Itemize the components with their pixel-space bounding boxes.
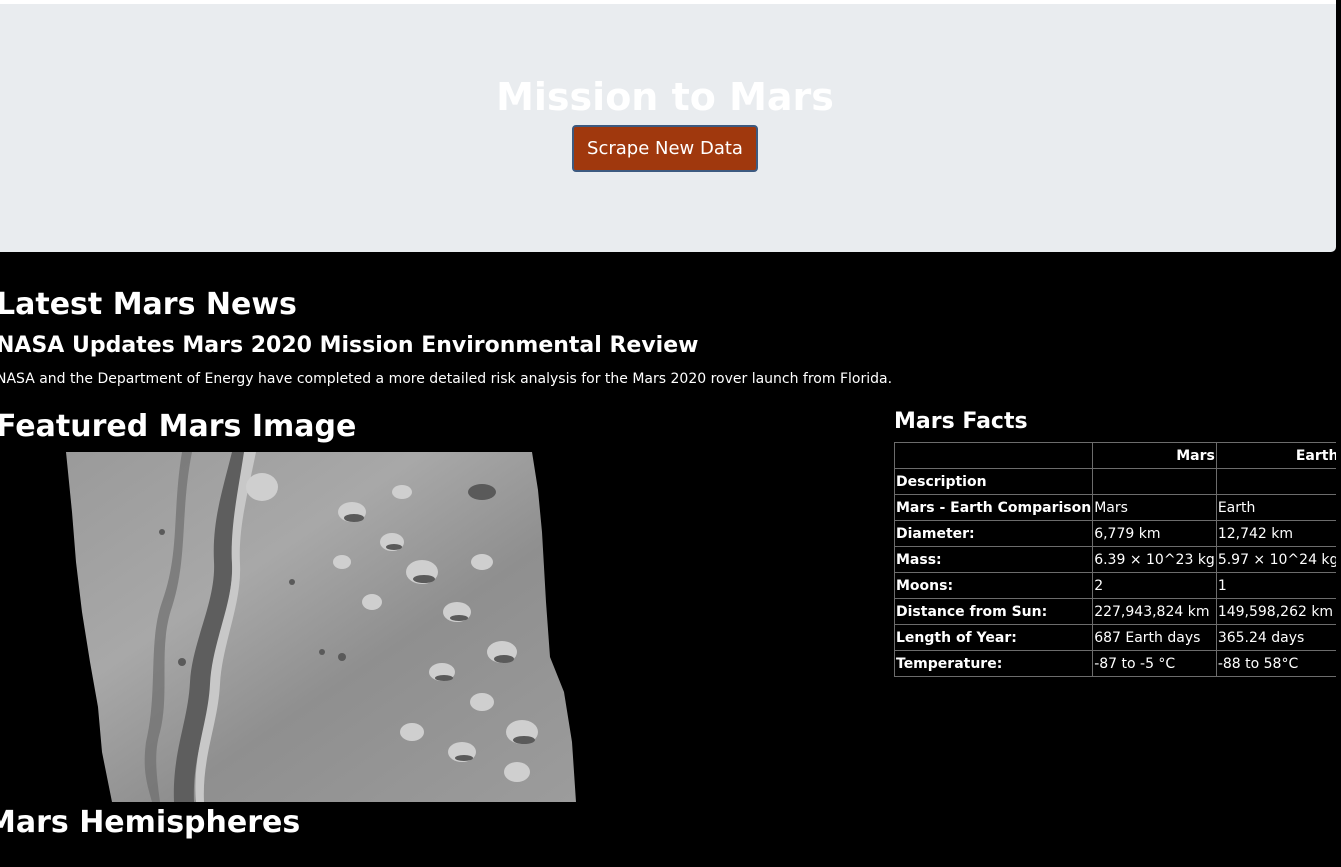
hemispheres-heading: Mars Hemispheres — [0, 805, 301, 840]
column-header — [893, 442, 1094, 469]
row-label: Mars - Earth Comparison — [893, 494, 1094, 521]
table-row: Description — [893, 468, 1341, 495]
row-label: Distance from Sun: — [893, 598, 1094, 625]
mars-value: Mars — [1092, 494, 1217, 521]
table-row: Distance from Sun: 227,943,824 km 149,59… — [893, 598, 1341, 625]
table-row: Diameter: 6,779 km 12,742 km — [893, 520, 1341, 547]
row-label: Temperature: — [893, 650, 1094, 677]
featured-image-heading: Featured Mars Image — [0, 409, 357, 444]
table-row: Length of Year: 687 Earth days 365.24 da… — [893, 624, 1341, 651]
row-label: Mass: — [893, 546, 1094, 573]
mars-value: 6.39 × 10^23 kg — [1092, 546, 1217, 573]
facts-heading: Mars Facts — [894, 409, 1028, 434]
mars-value: 687 Earth days — [1092, 624, 1217, 651]
earth-value: Earth — [1215, 494, 1341, 521]
table-row: Temperature: -87 to -5 °C -88 to 58°C — [893, 650, 1341, 677]
window-edge — [1336, 0, 1341, 867]
table-row: Mass: 6.39 × 10^23 kg 5.97 × 10^24 kg — [893, 546, 1341, 573]
table-row: Moons: 2 1 — [893, 572, 1341, 599]
row-label: Diameter: — [893, 520, 1094, 547]
earth-value: 365.24 days — [1215, 624, 1341, 651]
news-paragraph: NASA and the Department of Energy have c… — [0, 371, 893, 387]
news-heading: Latest Mars News — [0, 287, 297, 322]
news-title: NASA Updates Mars 2020 Mission Environme… — [0, 333, 699, 358]
row-label: Description — [893, 468, 1094, 495]
earth-value — [1215, 468, 1341, 495]
mars-value: 2 — [1092, 572, 1217, 599]
column-header: Earth — [1215, 442, 1341, 469]
scrape-new-data-button[interactable]: Scrape New Data — [572, 125, 758, 172]
mars-value: 6,779 km — [1092, 520, 1217, 547]
earth-value: 1 — [1215, 572, 1341, 599]
earth-value: -88 to 58°C — [1215, 650, 1341, 677]
column-header: Mars — [1092, 442, 1217, 469]
jumbotron: Mission to Mars Scrape New Data — [0, 4, 1336, 252]
page-title: Mission to Mars — [496, 75, 834, 119]
earth-value: 149,598,262 km — [1215, 598, 1341, 625]
row-label: Length of Year: — [893, 624, 1094, 651]
row-label: Moons: — [893, 572, 1094, 599]
earth-value: 5.97 × 10^24 kg — [1215, 546, 1341, 573]
featured-mars-image — [66, 452, 576, 802]
mars-value — [1092, 468, 1217, 495]
table-header-row: Mars Earth — [893, 442, 1341, 469]
mars-value: 227,943,824 km — [1092, 598, 1217, 625]
earth-value: 12,742 km — [1215, 520, 1341, 547]
table-row: Mars - Earth Comparison Mars Earth — [893, 494, 1341, 521]
mars-facts-table: Mars Earth Description Mars - Earth Comp… — [893, 442, 1341, 677]
mars-value: -87 to -5 °C — [1092, 650, 1217, 677]
